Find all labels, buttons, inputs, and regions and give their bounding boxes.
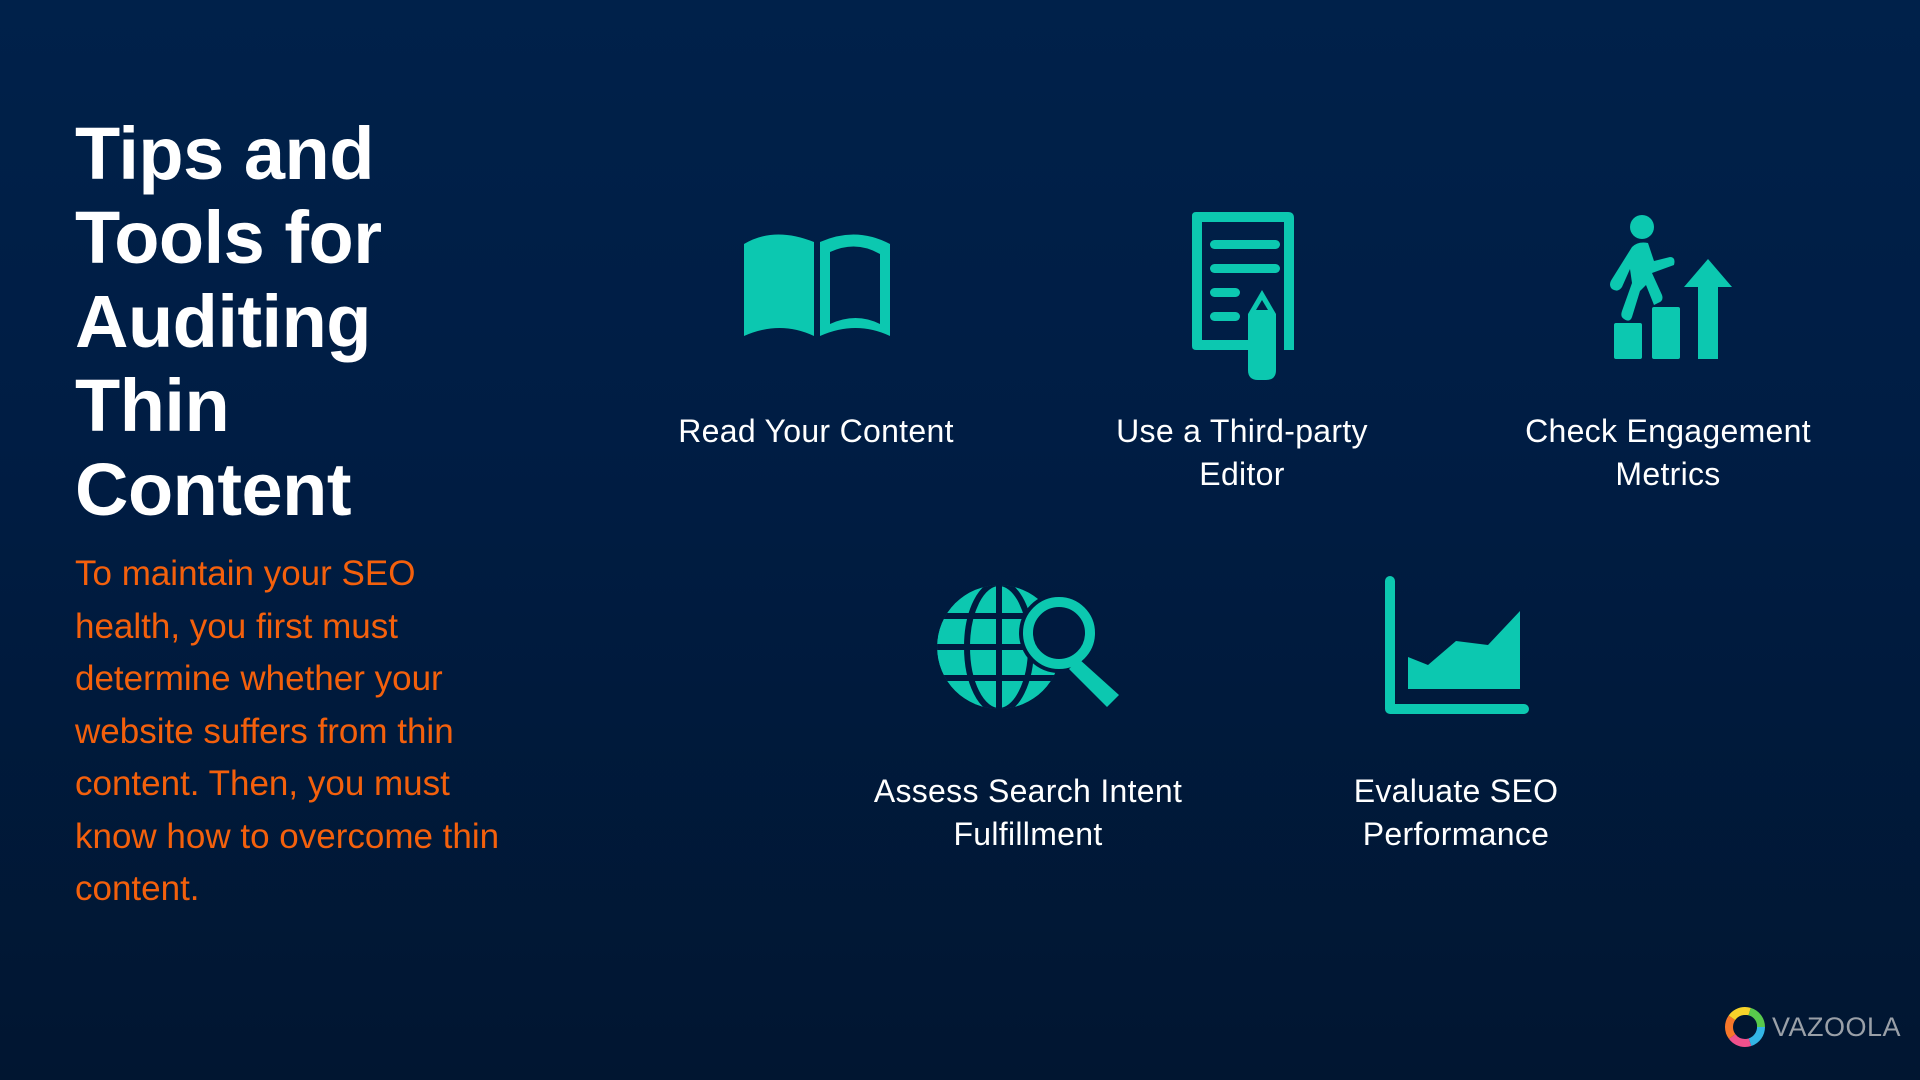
person-climbing-bars-icon <box>1610 215 1732 359</box>
open-book-icon <box>744 234 890 336</box>
vazoola-ring-icon <box>1725 1007 1765 1047</box>
tip-label-line: Performance <box>1362 816 1550 852</box>
tip-label-line: Use a Third-party <box>1116 413 1368 449</box>
tip-label-line: Editor <box>1199 456 1285 492</box>
tip-assess-search-intent: Assess Search Intent Fulfillment <box>838 575 1218 865</box>
tip-label-line: Evaluate SEO <box>1353 773 1559 809</box>
tip-check-engagement: Check Engagement Metrics <box>1478 210 1858 492</box>
description-text: To maintain your SEO health, you first m… <box>75 554 500 908</box>
tip-label-line: Fulfillment <box>953 816 1103 852</box>
page-title: Tips and Tools for Auditing Thin Content <box>75 112 382 531</box>
tip-label-line: Check Engagement <box>1525 413 1811 449</box>
area-chart-icon <box>1385 576 1529 714</box>
tip-label-line: Metrics <box>1615 456 1721 492</box>
globe-search-icon <box>937 585 1119 709</box>
logo-text: VAZOOLA <box>1772 1011 1902 1042</box>
document-pencil-icon <box>1192 212 1294 380</box>
tip-read-your-content: Read Your Content <box>626 220 1006 449</box>
tip-third-party-editor: Use a Third-party Editor <box>1052 210 1432 492</box>
tip-label-line: Read Your Content <box>678 413 954 449</box>
vazoola-logo: VAZOOLA <box>1724 1006 1901 1048</box>
tip-evaluate-seo: Evaluate SEO Performance <box>1266 575 1646 865</box>
tip-label-line: Assess Search Intent <box>873 773 1183 809</box>
